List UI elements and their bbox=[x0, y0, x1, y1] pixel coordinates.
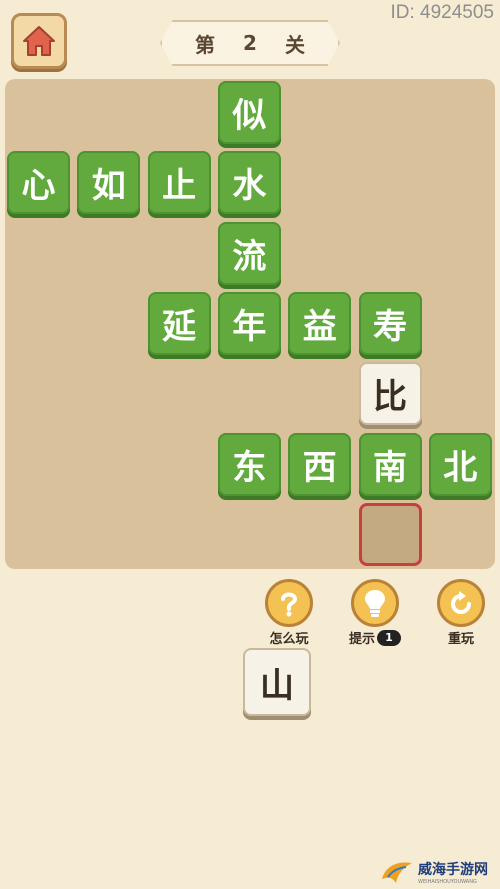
question-icon bbox=[265, 579, 313, 627]
lightbulb-icon bbox=[351, 579, 399, 627]
how-to-play-label: 怎么玩 bbox=[269, 632, 309, 647]
candidate-tile[interactable]: 山 bbox=[243, 648, 311, 716]
replay-button[interactable]: 重玩 bbox=[431, 579, 491, 647]
board-tile: 止 bbox=[147, 151, 211, 215]
home-button[interactable] bbox=[11, 13, 67, 69]
hint-button[interactable]: 提示 1 bbox=[345, 579, 405, 647]
board-tile: 流 bbox=[217, 221, 281, 285]
watermark: 威海手游网 WEIHAISHOUYOUWANG bbox=[380, 859, 488, 885]
board-tile: 如 bbox=[77, 151, 141, 215]
replay-label: 重玩 bbox=[447, 632, 474, 647]
home-icon bbox=[23, 26, 55, 56]
watermark-title: 威海手游网 bbox=[418, 862, 488, 878]
hint-label: 提示 bbox=[348, 632, 375, 647]
how-to-play-button[interactable]: 怎么玩 bbox=[259, 579, 319, 647]
refresh-icon bbox=[437, 579, 485, 627]
board-tile: 似 bbox=[217, 81, 281, 144]
board-tile: 东 bbox=[217, 432, 281, 496]
level-suffix: 关 bbox=[284, 32, 305, 57]
board-tile: 年 bbox=[217, 291, 281, 355]
board-tile: 水 bbox=[217, 151, 281, 215]
level-prefix: 第 bbox=[195, 32, 216, 57]
board-tile: 延 bbox=[147, 291, 211, 355]
board-tile: 西 bbox=[288, 432, 352, 496]
player-id: ID: 4924505 bbox=[390, 2, 494, 23]
level-banner: 第 2 关 bbox=[160, 20, 340, 66]
board-tile: 北 bbox=[428, 432, 492, 496]
hint-count-badge: 1 bbox=[377, 629, 401, 646]
level-number: 2 bbox=[243, 31, 257, 55]
board-tile: 寿 bbox=[358, 291, 422, 355]
watermark-subtitle: WEIHAISHOUYOUWANG bbox=[418, 879, 477, 885]
placed-tile[interactable]: 比 bbox=[358, 362, 422, 426]
board-tile: 南 bbox=[358, 432, 422, 496]
watermark-logo-icon bbox=[382, 862, 412, 883]
empty-slot[interactable] bbox=[358, 502, 422, 566]
puzzle-board: 似心如止水流延年益寿比东西南北 bbox=[5, 79, 495, 569]
board-tile: 心 bbox=[7, 151, 70, 215]
board-tile: 益 bbox=[288, 291, 352, 355]
